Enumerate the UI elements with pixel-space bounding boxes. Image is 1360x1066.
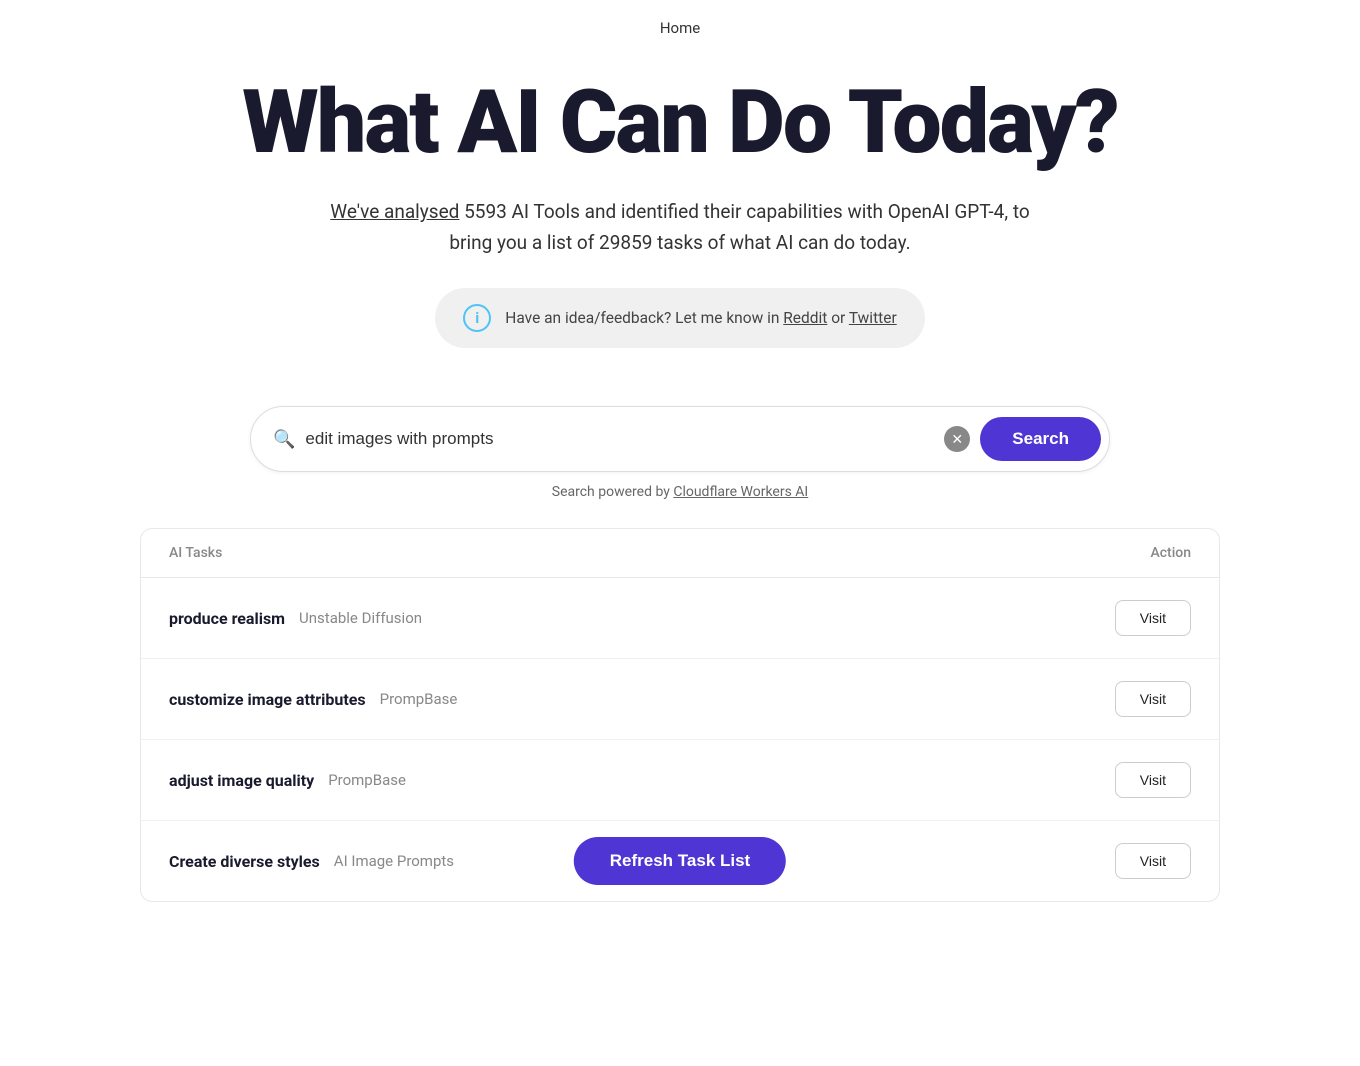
task-tool: AI Image Prompts [334,852,454,870]
search-powered-text: Search powered by Cloudflare Workers AI [0,484,1360,500]
table-row: adjust image quality PrompBase Visit [141,740,1219,821]
cloudflare-link[interactable]: Cloudflare Workers AI [673,484,808,500]
analysed-link[interactable]: We've analysed [330,200,459,223]
task-name: produce realism [169,609,285,628]
search-input[interactable] [305,429,934,449]
task-tool: PrompBase [328,771,406,789]
results-table: AI Tasks Action produce realism Unstable… [140,528,1220,902]
hero-subtitle: We've analysed 5593 AI Tools and identif… [320,197,1040,258]
clear-button[interactable]: ✕ [944,426,970,452]
nav-home-link[interactable]: Home [660,19,700,37]
table-row: Create diverse styles AI Image Prompts R… [141,821,1219,901]
nav: Home [0,0,1360,47]
feedback-box: i Have an idea/feedback? Let me know in … [435,288,924,348]
table-row: produce realism Unstable Diffusion Visit [141,578,1219,659]
task-tool: PrompBase [380,690,458,708]
visit-button[interactable]: Visit [1115,843,1191,879]
task-left: produce realism Unstable Diffusion [169,609,422,628]
col-action-header: Action [1150,545,1191,561]
table-header: AI Tasks Action [141,529,1219,578]
search-bar: 🔍 ✕ Search [250,406,1110,472]
task-left: Create diverse styles AI Image Prompts [169,852,454,871]
task-name: customize image attributes [169,690,366,709]
refresh-task-list-button[interactable]: Refresh Task List [574,837,786,885]
feedback-text: Have an idea/feedback? Let me know in Re… [505,309,896,327]
hero-subtitle-text: 5593 AI Tools and identified their capab… [449,200,1029,253]
col-tasks-header: AI Tasks [169,545,222,561]
search-button[interactable]: Search [980,417,1101,461]
page-title: What AI Can Do Today? [20,77,1340,169]
search-magnifier-icon: 🔍 [273,429,295,450]
task-tool: Unstable Diffusion [299,609,422,627]
task-left: customize image attributes PrompBase [169,690,457,709]
table-row: customize image attributes PrompBase Vis… [141,659,1219,740]
search-section: 🔍 ✕ Search [230,406,1130,472]
info-icon: i [463,304,491,332]
visit-button[interactable]: Visit [1115,600,1191,636]
task-name: Create diverse styles [169,852,320,871]
twitter-link[interactable]: Twitter [849,309,897,327]
visit-button[interactable]: Visit [1115,762,1191,798]
task-name: adjust image quality [169,771,314,790]
reddit-link[interactable]: Reddit [783,309,827,327]
hero-section: What AI Can Do Today? We've analysed 559… [0,47,1360,406]
task-left: adjust image quality PrompBase [169,771,406,790]
visit-button[interactable]: Visit [1115,681,1191,717]
